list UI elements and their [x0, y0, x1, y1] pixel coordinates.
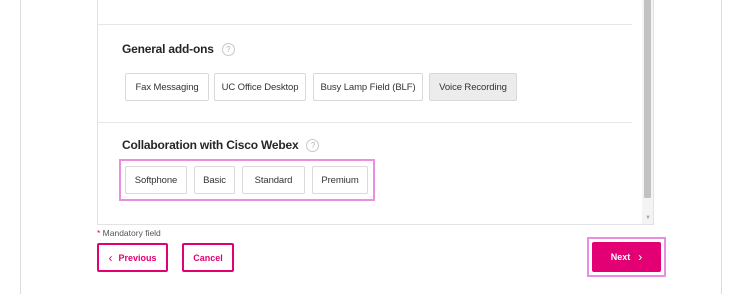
general-addons-heading: General add-ons ? [122, 42, 235, 56]
previous-label: Previous [118, 252, 157, 263]
option-standard[interactable]: Standard [242, 166, 305, 194]
option-label: Premium [321, 174, 359, 186]
option-softphone[interactable]: Softphone [125, 166, 187, 194]
addons-panel: General add-ons ? Fax Messaging UC Offic… [97, 0, 654, 225]
option-label: Standard [254, 174, 293, 186]
chevron-right-icon: › [638, 250, 643, 264]
cancel-label: Cancel [193, 252, 223, 263]
option-label: Voice Recording [439, 81, 507, 93]
option-label: UC Office Desktop [221, 81, 299, 93]
option-label: Softphone [134, 174, 178, 186]
help-icon[interactable]: ? [306, 138, 320, 152]
mandatory-field-note: * Mandatory field [97, 228, 161, 238]
option-basic[interactable]: Basic [194, 166, 235, 194]
option-fax-messaging[interactable]: Fax Messaging [125, 73, 209, 101]
option-label: Basic [203, 174, 226, 186]
cancel-button[interactable]: Cancel [182, 243, 234, 272]
collaboration-heading: Collaboration with Cisco Webex ? [122, 138, 320, 152]
scroll-thumb[interactable] [644, 0, 651, 198]
next-button[interactable]: Next › [592, 242, 661, 272]
mandatory-field-text: Mandatory field [100, 228, 161, 238]
option-voice-recording[interactable]: Voice Recording [429, 73, 517, 101]
triangle-down-icon[interactable]: ▼ [645, 215, 651, 221]
option-label: Busy Lamp Field (BLF) [320, 81, 416, 93]
option-uc-office-desktop[interactable]: UC Office Desktop [214, 73, 306, 101]
next-label: Next [610, 252, 631, 262]
collaboration-title: Collaboration with Cisco Webex [122, 138, 299, 152]
general-addons-title: General add-ons [122, 42, 214, 56]
scrollbar[interactable]: ▼ [642, 0, 653, 224]
option-premium[interactable]: Premium [312, 166, 368, 194]
help-icon[interactable]: ? [221, 42, 235, 56]
option-busy-lamp-field[interactable]: Busy Lamp Field (BLF) [313, 73, 423, 101]
top-divider [98, 24, 632, 25]
previous-button[interactable]: ‹ Previous [97, 243, 168, 272]
option-label: Fax Messaging [135, 81, 199, 93]
chevron-left-icon: ‹ [108, 250, 113, 265]
section-divider [98, 122, 632, 123]
